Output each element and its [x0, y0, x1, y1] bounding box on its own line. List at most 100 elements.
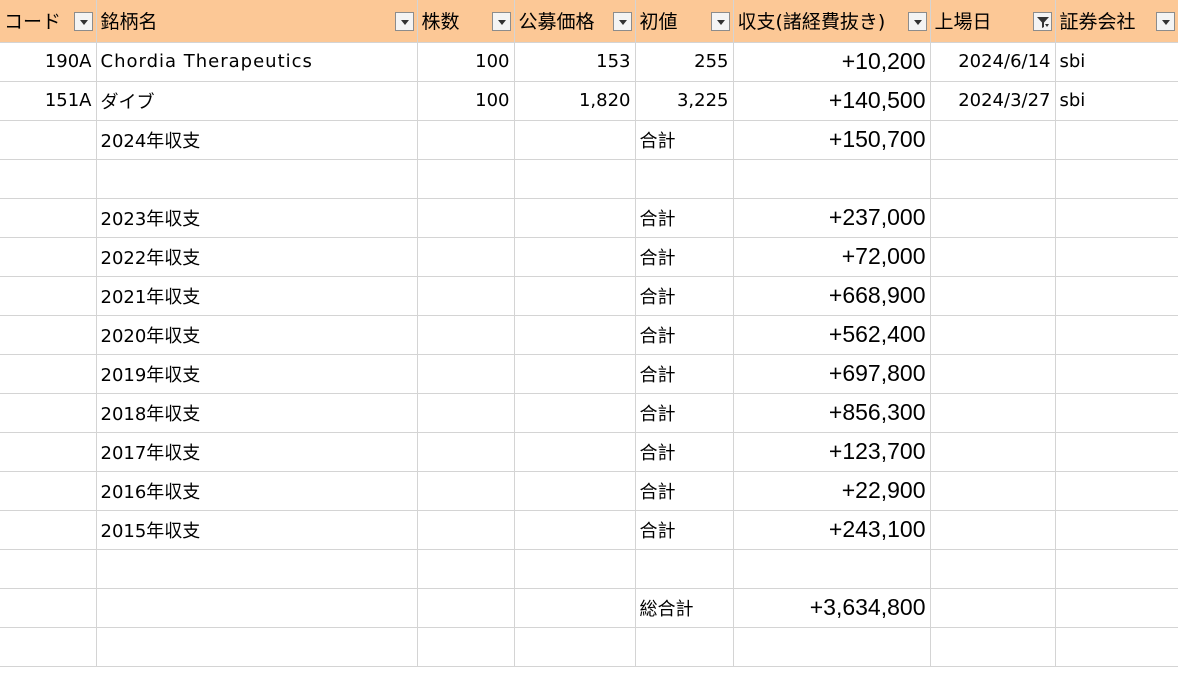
cell-broker[interactable]: sbi — [1054, 80, 1178, 121]
cell-empty[interactable] — [513, 470, 636, 511]
cell-empty[interactable] — [929, 392, 1056, 433]
cell-pnl[interactable]: +10,200 — [732, 41, 931, 82]
cell-initial-price[interactable]: 255 — [634, 41, 734, 82]
year-total-value[interactable]: +150,700 — [732, 119, 931, 160]
cell-empty[interactable] — [513, 626, 636, 667]
cell-empty[interactable] — [513, 509, 636, 550]
total-label[interactable]: 合計 — [634, 314, 734, 355]
cell-empty[interactable] — [1054, 626, 1178, 667]
year-total-value[interactable]: +237,000 — [732, 197, 931, 238]
grand-total-label[interactable]: 総合計 — [634, 587, 734, 628]
cell-empty[interactable] — [0, 626, 97, 667]
cell-empty[interactable] — [0, 470, 97, 511]
cell-empty[interactable] — [513, 548, 636, 589]
cell-empty[interactable] — [513, 197, 636, 238]
year-label[interactable]: 2018年収支 — [95, 392, 418, 433]
cell-broker[interactable]: sbi — [1054, 41, 1178, 82]
cell-empty[interactable] — [416, 392, 515, 433]
total-label[interactable]: 合計 — [634, 353, 734, 394]
cell-empty[interactable] — [95, 626, 418, 667]
cell-empty[interactable] — [1054, 548, 1178, 589]
cell-shares[interactable]: 100 — [416, 80, 515, 121]
cell-empty[interactable] — [0, 119, 97, 160]
total-label[interactable]: 合計 — [634, 236, 734, 277]
cell-empty[interactable] — [513, 236, 636, 277]
cell-empty[interactable] — [0, 353, 97, 394]
cell-empty[interactable] — [0, 392, 97, 433]
cell-empty[interactable] — [0, 314, 97, 355]
cell-empty[interactable] — [416, 197, 515, 238]
cell-empty[interactable] — [416, 158, 515, 199]
cell-empty[interactable] — [929, 197, 1056, 238]
cell-empty[interactable] — [732, 626, 931, 667]
cell-empty[interactable] — [416, 236, 515, 277]
total-label[interactable]: 合計 — [634, 509, 734, 550]
cell-empty[interactable] — [0, 275, 97, 316]
cell-empty[interactable] — [1054, 236, 1178, 277]
cell-empty[interactable] — [416, 470, 515, 511]
cell-empty[interactable] — [416, 314, 515, 355]
cell-pnl[interactable]: +140,500 — [732, 80, 931, 121]
cell-empty[interactable] — [416, 431, 515, 472]
filter-active-icon[interactable] — [1032, 12, 1052, 31]
year-total-value[interactable]: +697,800 — [732, 353, 931, 394]
cell-empty[interactable] — [513, 431, 636, 472]
filter-dropdown-icon[interactable] — [491, 12, 511, 31]
cell-empty[interactable] — [513, 353, 636, 394]
cell-empty[interactable] — [416, 275, 515, 316]
cell-empty[interactable] — [634, 626, 734, 667]
cell-empty[interactable] — [95, 158, 418, 199]
total-label[interactable]: 合計 — [634, 275, 734, 316]
cell-empty[interactable] — [1054, 431, 1178, 472]
cell-empty[interactable] — [416, 509, 515, 550]
cell-empty[interactable] — [0, 236, 97, 277]
cell-shares[interactable]: 100 — [416, 41, 515, 82]
cell-empty[interactable] — [95, 587, 418, 628]
year-label[interactable]: 2021年収支 — [95, 275, 418, 316]
year-total-value[interactable]: +856,300 — [732, 392, 931, 433]
year-total-value[interactable]: +123,700 — [732, 431, 931, 472]
year-label[interactable]: 2022年収支 — [95, 236, 418, 277]
cell-code[interactable]: 190A — [0, 41, 97, 82]
cell-empty[interactable] — [634, 548, 734, 589]
cell-empty[interactable] — [1054, 587, 1178, 628]
cell-empty[interactable] — [0, 158, 97, 199]
cell-empty[interactable] — [929, 119, 1056, 160]
cell-empty[interactable] — [416, 548, 515, 589]
cell-empty[interactable] — [732, 158, 931, 199]
year-total-value[interactable]: +668,900 — [732, 275, 931, 316]
cell-empty[interactable] — [929, 314, 1056, 355]
total-label[interactable]: 合計 — [634, 392, 734, 433]
year-label[interactable]: 2023年収支 — [95, 197, 418, 238]
year-total-value[interactable]: +562,400 — [732, 314, 931, 355]
cell-empty[interactable] — [416, 119, 515, 160]
total-label[interactable]: 合計 — [634, 431, 734, 472]
cell-empty[interactable] — [929, 470, 1056, 511]
cell-empty[interactable] — [732, 548, 931, 589]
cell-empty[interactable] — [634, 158, 734, 199]
cell-empty[interactable] — [416, 353, 515, 394]
cell-offer-price[interactable]: 153 — [513, 41, 636, 82]
cell-name[interactable]: ダイブ — [95, 80, 418, 121]
total-label[interactable]: 合計 — [634, 119, 734, 160]
cell-empty[interactable] — [0, 587, 97, 628]
cell-code[interactable]: 151A — [0, 80, 97, 121]
cell-empty[interactable] — [513, 275, 636, 316]
cell-empty[interactable] — [929, 236, 1056, 277]
cell-offer-price[interactable]: 1,820 — [513, 80, 636, 121]
year-label[interactable]: 2016年収支 — [95, 470, 418, 511]
cell-empty[interactable] — [513, 587, 636, 628]
cell-empty[interactable] — [416, 626, 515, 667]
cell-empty[interactable] — [1054, 470, 1178, 511]
cell-empty[interactable] — [1054, 275, 1178, 316]
cell-empty[interactable] — [0, 197, 97, 238]
cell-empty[interactable] — [1054, 197, 1178, 238]
cell-empty[interactable] — [1054, 314, 1178, 355]
cell-empty[interactable] — [929, 587, 1056, 628]
cell-empty[interactable] — [1054, 509, 1178, 550]
cell-empty[interactable] — [416, 587, 515, 628]
cell-empty[interactable] — [513, 314, 636, 355]
year-label[interactable]: 2017年収支 — [95, 431, 418, 472]
cell-empty[interactable] — [0, 509, 97, 550]
filter-dropdown-icon[interactable] — [907, 12, 927, 31]
